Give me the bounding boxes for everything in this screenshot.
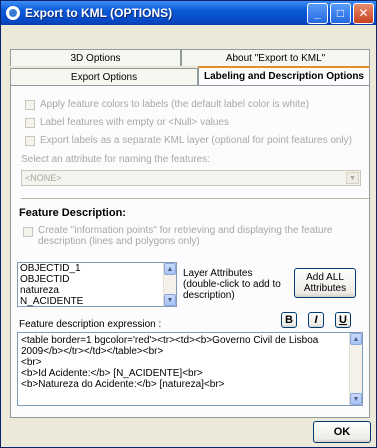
expression-scrollbar[interactable]: ▲ ▼ [349,333,362,405]
scroll-down-icon[interactable]: ▼ [164,294,176,306]
underline-button[interactable]: U [335,312,351,328]
minimize-button[interactable]: _ [307,2,328,24]
attribute-list-scrollbar[interactable]: ▲ ▼ [163,263,176,306]
tab-row-front: Export Options Labeling and Description … [10,66,370,85]
list-item[interactable]: N_ACIDENTE [18,296,176,307]
list-item[interactable]: OBJECTID_1 [18,263,176,274]
expression-line: <table border=1 bgcolor='red'><tr><td><b… [21,335,319,346]
chevron-down-icon[interactable]: ▼ [346,172,359,184]
apply-colors-checkbox-row[interactable]: Apply feature colors to labels (the defa… [25,99,309,110]
info-points-checkbox-row[interactable]: Create "information points" for retrievi… [23,225,353,247]
maximize-button[interactable]: □ [330,2,351,24]
label-empty-checkbox[interactable] [25,117,35,128]
list-item[interactable]: OBJECTID [18,274,176,285]
scroll-up-icon[interactable]: ▲ [350,333,362,345]
scroll-down-icon[interactable]: ▼ [350,393,362,405]
add-all-attributes-button[interactable]: Add ALL Attributes [294,268,356,298]
tab-3d-options[interactable]: 3D Options [10,49,181,66]
attribute-prompt: Select an attribute for naming the featu… [21,154,210,165]
apply-colors-checkbox[interactable] [25,99,35,110]
attribute-list[interactable]: OBJECTID_1 OBJECTID natureza N_ACIDENTE … [17,262,177,307]
feature-description-heading: Feature Description: [19,207,126,219]
export-kml-options-window: Export to KML (OPTIONS) _ □ ✕ 3D Options… [0,0,377,448]
separate-layer-checkbox-row[interactable]: Export labels as a separate KML layer (o… [25,135,352,146]
title-bar[interactable]: Export to KML (OPTIONS) _ □ ✕ [1,1,376,25]
description-expression-textarea[interactable]: <table border=1 bgcolor='red'><tr><td><b… [17,332,363,406]
separate-layer-checkbox[interactable] [25,135,35,146]
layer-attributes-label: Layer Attributes (double-click to add to… [183,268,281,301]
expression-line: 2009</b></tr></td></table><br> [21,346,164,357]
tab-labeling-description-options[interactable]: Labeling and Description Options [198,66,370,85]
bold-button[interactable]: B [281,312,297,328]
close-button[interactable]: ✕ [353,2,374,24]
naming-attribute-select[interactable]: <NONE> ▼ [21,170,361,186]
app-icon [6,6,20,20]
tab-about-export-to-kml[interactable]: About "Export to KML" [181,49,370,66]
separate-layer-label: Export labels as a separate KML layer (o… [40,135,353,146]
ok-button[interactable]: OK [313,421,371,443]
info-points-checkbox[interactable] [23,227,33,237]
label-empty-checkbox-row[interactable]: Label features with empty or <Null> valu… [25,117,229,128]
window-title: Export to KML (OPTIONS) [25,6,173,20]
labeling-description-panel: Apply feature colors to labels (the defa… [10,85,371,418]
tab-export-options[interactable]: Export Options [10,68,198,85]
italic-button[interactable]: I [308,312,324,328]
apply-colors-label: Apply feature colors to labels (the defa… [40,99,310,110]
list-item[interactable]: natureza [18,285,176,296]
scroll-up-icon[interactable]: ▲ [164,263,176,275]
info-points-label: Create "information points" for retrievi… [38,225,333,247]
expression-line: <b>Natureza do Acidente:</b> [natureza]<… [21,379,225,390]
section-divider [21,198,371,199]
naming-attribute-value: <NONE> [25,173,62,183]
expression-line: <b>Id Acidente:</b> [N_ACIDENTE]<br> [21,368,203,379]
tab-row-back: 3D Options About "Export to KML" [10,49,370,66]
label-empty-label: Label features with empty or <Null> valu… [40,117,229,128]
expression-label: Feature description expression : [19,319,162,330]
expression-line: <br> [21,357,42,368]
